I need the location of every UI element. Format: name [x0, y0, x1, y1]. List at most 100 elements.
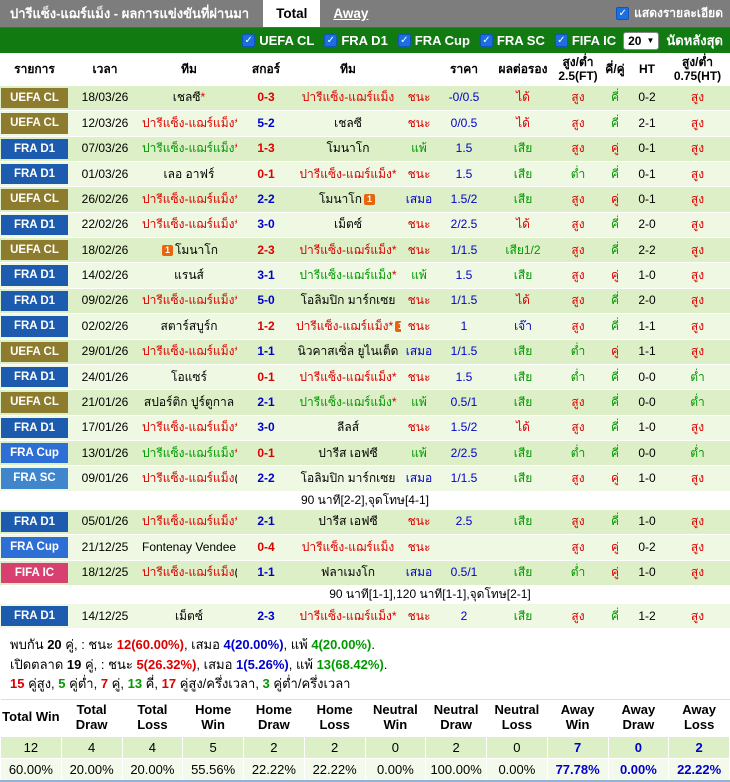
- summary-segment: คู่สูง,: [24, 676, 59, 692]
- match-date: 01/03/26: [69, 161, 141, 188]
- checkbox-checked-icon[interactable]: ✓: [479, 34, 493, 47]
- match-result: ชนะ: [401, 161, 437, 188]
- handicap-result: ได้: [491, 110, 555, 137]
- col-header: สูง/ต่ำ 2.5(FT): [555, 53, 601, 86]
- league-filter-fra-cup[interactable]: ✓ FRA Cup: [397, 33, 470, 48]
- checkbox-checked-icon[interactable]: ✓: [397, 34, 411, 47]
- summary-line: พบกัน 20 คู่, : ชนะ 12(60.00%), เสมอ 4(2…: [10, 635, 720, 655]
- over-under-ht: สูง: [665, 465, 730, 492]
- over-under-ft: สูง: [555, 262, 601, 289]
- away-team: ปารีแซ็ง-แฌร์แม็ง*1: [295, 313, 401, 340]
- match-row: UEFA CL 18/03/26 เชลซี* 0-3 ปารีแซ็ง-แฌร์แม็…: [0, 85, 730, 112]
- recent-matches-select[interactable]: 20 ▼: [623, 31, 660, 50]
- team-star-mark: *: [391, 394, 397, 409]
- league-badge: FRA D1: [1, 138, 68, 159]
- handicap-price: 2/2.5: [437, 440, 491, 467]
- home-team: ปารีแซ็ง-แฌร์แม็ง*: [141, 136, 237, 162]
- match-date: 05/01/26: [69, 509, 141, 536]
- summary-segment: 20: [47, 637, 62, 653]
- col-header: HT: [629, 53, 665, 86]
- league-filter-label: FIFA IC: [571, 33, 617, 48]
- col-header: สูง/ต่ำ 0.75(HT): [665, 53, 730, 86]
- league-cell: FRA Cup: [0, 440, 69, 467]
- ht-score: 0-0: [629, 364, 665, 391]
- odd-even: คี่: [601, 237, 629, 264]
- league-cell: FRA D1: [0, 288, 69, 315]
- checkbox-checked-icon[interactable]: ✓: [554, 34, 568, 47]
- ft-score: 2-1: [237, 509, 295, 536]
- league-filter-fra-sc[interactable]: ✓ FRA SC: [479, 33, 545, 48]
- tab-total[interactable]: Total: [263, 0, 321, 27]
- checkbox-checked-icon[interactable]: ✓: [242, 34, 256, 47]
- show-details-toggle[interactable]: ✓ แสดงรายละเอียด: [616, 0, 730, 27]
- stats-col-header: Total Loss: [122, 699, 183, 737]
- col-header: สกอร์: [237, 53, 295, 86]
- card-icon: 1: [161, 245, 173, 257]
- match-date: 22/02/26: [69, 212, 141, 239]
- team-name: ปารีแซ็ง-แฌร์แม็ง: [142, 217, 235, 232]
- over-under-ft: สูง: [555, 509, 601, 536]
- handicap-price: 1.5/2: [437, 415, 491, 442]
- away-team: ปารีแซ็ง-แฌร์แม็ง: [295, 85, 401, 112]
- league-badge: FRA D1: [1, 511, 68, 533]
- summary-segment: 7: [100, 676, 109, 692]
- team-star-mark: *: [234, 217, 237, 231]
- team-name: โอลิมปิก มาร์กเซย: [300, 293, 396, 308]
- summary-segment: เปิดตลาด: [10, 656, 67, 672]
- handicap-price: 1.5: [437, 364, 491, 391]
- home-team: ปารีแซ็ง-แฌร์แม็ง*: [141, 415, 237, 442]
- ft-score: 0-1: [237, 440, 295, 467]
- tab-away-label: Away: [333, 6, 369, 21]
- stats-col-header: Neutral Loss: [486, 699, 548, 737]
- match-result: ชนะ: [401, 534, 437, 561]
- away-team: โมนาโก 1: [295, 186, 401, 213]
- league-badge: UEFA CL: [1, 392, 68, 413]
- home-team: โอแซร์: [141, 364, 237, 391]
- league-filter-bar: ✓ UEFA CL ✓ FRA D1 ✓ FRA Cup ✓ FRA SC ✓ FIFA IC 2…: [0, 28, 730, 53]
- over-under-ft: ต่ำ: [555, 161, 601, 188]
- match-date: 13/01/26: [69, 440, 141, 467]
- odd-even: คู่: [601, 560, 629, 586]
- team-name: ปารีแซ็ง-แฌร์แม็ง: [142, 293, 235, 308]
- over-under-ft: ต่ำ: [555, 339, 601, 365]
- summary-segment: พบกัน: [10, 637, 48, 653]
- ft-score: 1-1: [237, 560, 295, 586]
- league-cell: UEFA CL: [0, 389, 69, 416]
- odd-even: คี่: [601, 440, 629, 467]
- stats-count: 2: [243, 735, 305, 759]
- match-row: FRA D1 01/03/26 เลอ อาฟร์ 0-1 ปารีแซ็ง-แฌร์แ…: [0, 161, 730, 188]
- match-row: FRA D1 02/02/26 สตาร์สบูร์ก 1-2 ปารีแซ็ง-แฌร…: [0, 313, 730, 340]
- team-name: โมนาโก: [174, 242, 218, 257]
- away-team: ปารีแซ็ง-แฌร์แม็ง*: [295, 603, 401, 630]
- league-filter-fra-d1[interactable]: ✓ FRA D1: [324, 33, 388, 48]
- ft-score: 5-2: [237, 110, 295, 137]
- stats-count: 4: [60, 735, 123, 759]
- stats-count: 0: [607, 735, 670, 759]
- stats-count: 2: [425, 735, 487, 759]
- team-star-mark: *: [391, 608, 397, 623]
- match-date: 21/12/25: [69, 534, 141, 561]
- handicap-price: 1/1.5: [437, 288, 491, 315]
- match-date: 09/02/26: [69, 288, 141, 315]
- ht-score: 1-0: [629, 465, 665, 492]
- handicap-price: 0/0.5: [437, 110, 491, 137]
- checkbox-checked-icon[interactable]: ✓: [616, 7, 630, 20]
- tab-away[interactable]: Away: [320, 0, 381, 27]
- summary-segment: คู่ต่ำ/ครึ่งเวลา: [269, 676, 351, 692]
- handicap-result: เสีย: [491, 509, 555, 536]
- league-filter-uefa-cl[interactable]: ✓ UEFA CL: [242, 33, 314, 48]
- league-filter-label: UEFA CL: [259, 33, 315, 48]
- checkbox-checked-icon[interactable]: ✓: [324, 34, 338, 47]
- stats-percent: 0.00%: [486, 757, 548, 782]
- match-date: 09/01/26: [69, 465, 141, 492]
- handicap-result: เสีย1/2: [491, 237, 555, 264]
- ht-score: 0-1: [629, 161, 665, 188]
- handicap-result: เสีย: [491, 136, 555, 162]
- league-filter-fifa-ic[interactable]: ✓ FIFA IC: [554, 33, 617, 48]
- col-header: ราคา: [437, 53, 491, 86]
- summary-block: พบกัน 20 คู่, : ชนะ 12(60.00%), เสมอ 4(2…: [0, 629, 730, 699]
- match-row: FIFA IC18/12/25ปารีแซ็ง-แฌร์แม็ง(N)*1-1 ฟ…: [0, 560, 730, 586]
- handicap-price: 1.5/2: [437, 186, 491, 213]
- over-under-ft: สูง: [555, 465, 601, 492]
- stats-percent: 0.00%: [607, 757, 670, 782]
